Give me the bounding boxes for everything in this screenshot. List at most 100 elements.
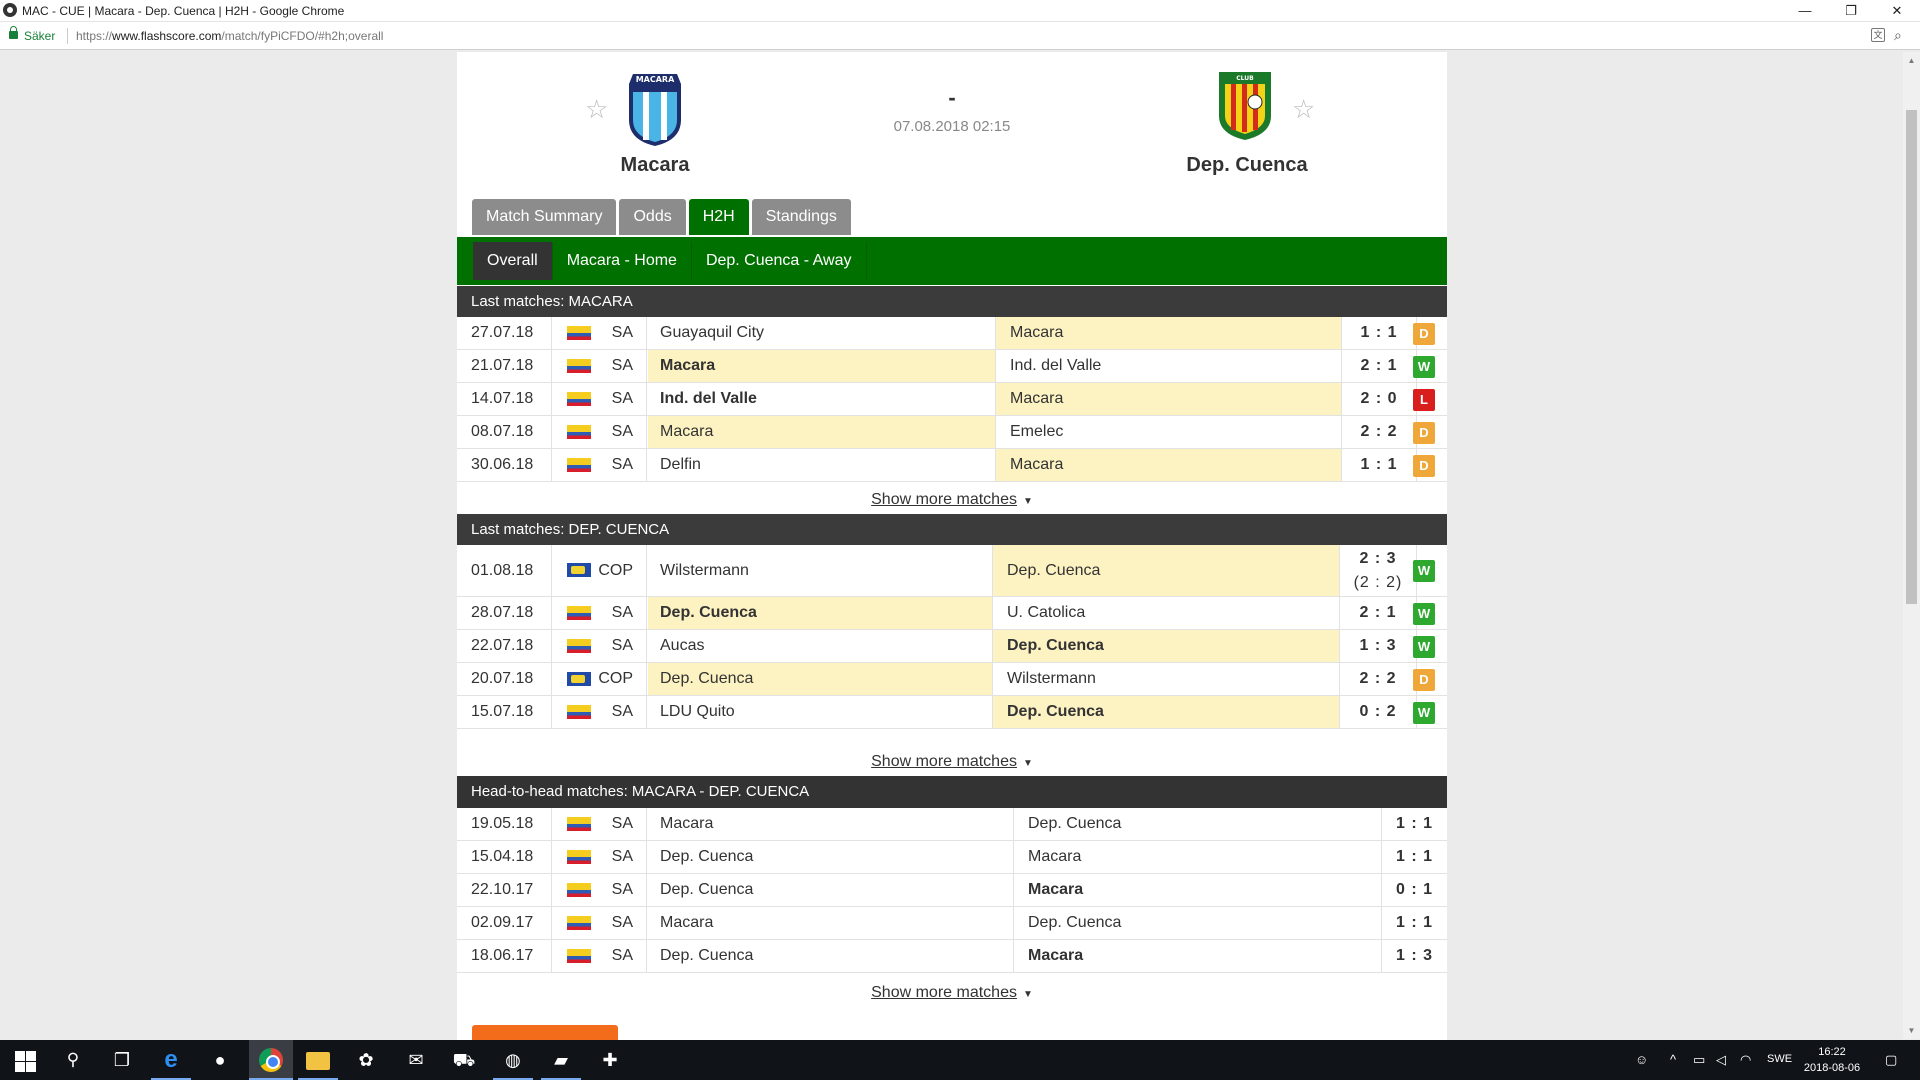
home-team[interactable]: Dep. Cuenca	[648, 597, 993, 629]
match-row[interactable]: 22.10.17 SA Dep. Cuenca Macara 0 : 1	[457, 874, 1447, 907]
show-hidden-icons-chevron-icon[interactable]: ^	[1670, 1052, 1676, 1067]
home-team[interactable]: Dep. Cuenca	[648, 663, 993, 695]
home-team[interactable]: Macara	[648, 808, 1014, 840]
match-row[interactable]: 19.05.18 SA Macara Dep. Cuenca 1 : 1	[457, 808, 1447, 841]
app-icon[interactable]: ✿	[354, 1048, 378, 1072]
subtab-away[interactable]: Dep. Cuenca - Away	[692, 242, 867, 280]
competition-label[interactable]: SA	[576, 808, 647, 840]
match-row[interactable]: 28.07.18 SA Dep. Cuenca U. Catolica 2 : 1W	[457, 597, 1447, 630]
favorite-home-star-icon[interactable]: ☆	[585, 94, 608, 125]
away-team[interactable]: Dep. Cuenca	[1014, 907, 1382, 939]
competition-label[interactable]: SA	[576, 841, 647, 873]
scrollbar-thumb[interactable]	[1906, 110, 1917, 604]
away-team[interactable]: Dep. Cuenca	[1014, 808, 1382, 840]
home-team[interactable]: Guayaquil City	[648, 317, 996, 349]
away-team[interactable]: Ind. del Valle	[996, 350, 1342, 382]
show-more-h2h[interactable]: Show more matches ▼	[457, 979, 1447, 1006]
match-row[interactable]: 20.07.18 COP Dep. Cuenca Wilstermann 2 : 2D	[457, 663, 1447, 696]
tab-odds[interactable]: Odds	[619, 199, 686, 235]
competition-label[interactable]: COP	[576, 545, 647, 596]
competition-label[interactable]: COP	[576, 663, 647, 695]
scroll-down-arrow-icon[interactable]: ▼	[1903, 1022, 1920, 1039]
competition-label[interactable]: SA	[576, 317, 647, 349]
app-icon[interactable]: ▰	[549, 1048, 573, 1072]
favorite-away-star-icon[interactable]: ☆	[1292, 94, 1315, 125]
store-icon[interactable]: ⛟	[452, 1048, 476, 1072]
away-team[interactable]: U. Catolica	[993, 597, 1340, 629]
match-row[interactable]: 22.07.18 SA Aucas Dep. Cuenca 1 : 3W	[457, 630, 1447, 663]
competition-label[interactable]: SA	[576, 940, 647, 972]
steam-icon[interactable]: ◍	[501, 1048, 525, 1072]
notifications-icon[interactable]: ▢	[1885, 1052, 1897, 1068]
chrome-taskbar-button[interactable]	[249, 1040, 293, 1080]
people-icon[interactable]: ☺	[1635, 1052, 1648, 1067]
away-team[interactable]: Wilstermann	[993, 663, 1340, 695]
away-team[interactable]: Macara	[1014, 841, 1382, 873]
competition-label[interactable]: SA	[576, 597, 647, 629]
show-more-label[interactable]: Show more matches	[871, 491, 1017, 508]
subtab-home[interactable]: Macara - Home	[553, 242, 692, 280]
match-row[interactable]: 15.07.18 SA LDU Quito Dep. Cuenca 0 : 2W	[457, 696, 1447, 729]
competition-label[interactable]: SA	[576, 907, 647, 939]
match-row[interactable]: 21.07.18 SA Macara Ind. del Valle 2 : 1W	[457, 350, 1447, 383]
competition-label[interactable]: SA	[576, 350, 647, 382]
home-team[interactable]: Macara	[648, 907, 1014, 939]
volume-icon[interactable]: ◁	[1716, 1052, 1726, 1068]
minimize-button[interactable]: —	[1782, 1, 1828, 21]
match-row[interactable]: 14.07.18 SA Ind. del Valle Macara 2 : 0L	[457, 383, 1447, 416]
home-team[interactable]: Macara	[648, 416, 996, 448]
home-team[interactable]: Wilstermann	[648, 545, 993, 596]
match-row[interactable]: 27.07.18 SA Guayaquil City Macara 1 : 1D	[457, 317, 1447, 350]
home-team[interactable]: Ind. del Valle	[648, 383, 996, 415]
match-row[interactable]: 02.09.17 SA Macara Dep. Cuenca 1 : 1	[457, 907, 1447, 940]
home-team[interactable]: Dep. Cuenca	[648, 841, 1014, 873]
file-explorer-icon[interactable]	[306, 1052, 330, 1070]
competition-label[interactable]: SA	[576, 874, 647, 906]
home-team[interactable]: Aucas	[648, 630, 993, 662]
wifi-icon[interactable]: ◠	[1740, 1052, 1751, 1068]
windows-start-icon[interactable]	[13, 1048, 37, 1072]
task-view-icon[interactable]: ❐	[110, 1048, 134, 1072]
tab-h2h[interactable]: H2H	[688, 199, 749, 235]
competition-label[interactable]: SA	[576, 630, 647, 662]
match-row[interactable]: 18.06.17 SA Dep. Cuenca Macara 1 : 3	[457, 940, 1447, 973]
show-more-home[interactable]: Show more matches ▼	[457, 486, 1447, 513]
lock-icon[interactable]	[9, 26, 18, 39]
search-icon[interactable]: ⚲	[61, 1048, 85, 1072]
away-team[interactable]: Dep. Cuenca	[993, 630, 1340, 662]
orange-action-button[interactable]	[472, 1025, 618, 1040]
home-team[interactable]: Delfin	[648, 449, 996, 481]
match-row[interactable]: 08.07.18 SA Macara Emelec 2 : 2D	[457, 416, 1447, 449]
tab-match-summary[interactable]: Match Summary	[472, 199, 617, 235]
away-team[interactable]: Macara	[996, 449, 1342, 481]
close-button[interactable]: ✕	[1874, 1, 1920, 21]
match-row[interactable]: 01.08.18 COP Wilstermann Dep. Cuenca 2 : 3 (2…	[457, 545, 1447, 597]
home-team[interactable]: Dep. Cuenca	[648, 940, 1014, 972]
app-icon[interactable]: ✚	[598, 1048, 622, 1072]
competition-label[interactable]: SA	[576, 383, 647, 415]
competition-label[interactable]: SA	[576, 416, 647, 448]
away-team[interactable]: Macara	[996, 317, 1342, 349]
away-team[interactable]: Macara	[1014, 874, 1382, 906]
away-team[interactable]: Dep. Cuenca	[993, 545, 1340, 596]
home-team[interactable]: LDU Quito	[648, 696, 993, 728]
clock[interactable]: 16:22 2018-08-06	[1802, 1044, 1862, 1076]
away-team[interactable]: Macara	[996, 383, 1342, 415]
mail-icon[interactable]: ✉	[404, 1048, 428, 1072]
show-more-away[interactable]: Show more matches ▼	[457, 748, 1447, 775]
subtab-overall[interactable]: Overall	[473, 242, 553, 280]
tab-standings[interactable]: Standings	[751, 199, 851, 235]
match-row[interactable]: 30.06.18 SA Delfin Macara 1 : 1D	[457, 449, 1447, 482]
away-team[interactable]: Emelec	[996, 416, 1342, 448]
address-bar[interactable]: Säker https://www.flashscore.com/match/f…	[0, 22, 1920, 50]
show-more-label[interactable]: Show more matches	[871, 753, 1017, 770]
translate-icon[interactable]: 文	[1871, 28, 1885, 42]
home-team[interactable]: Macara	[648, 350, 996, 382]
home-team-name[interactable]: Macara	[535, 154, 775, 177]
scroll-up-arrow-icon[interactable]: ▲	[1903, 52, 1920, 69]
app-icon[interactable]: ●	[208, 1048, 232, 1072]
edge-browser-icon[interactable]: e	[159, 1048, 183, 1072]
zoom-icon[interactable]: ⌕	[1894, 27, 1902, 44]
match-row[interactable]: 15.04.18 SA Dep. Cuenca Macara 1 : 1	[457, 841, 1447, 874]
secure-label[interactable]: Säker	[24, 29, 55, 43]
